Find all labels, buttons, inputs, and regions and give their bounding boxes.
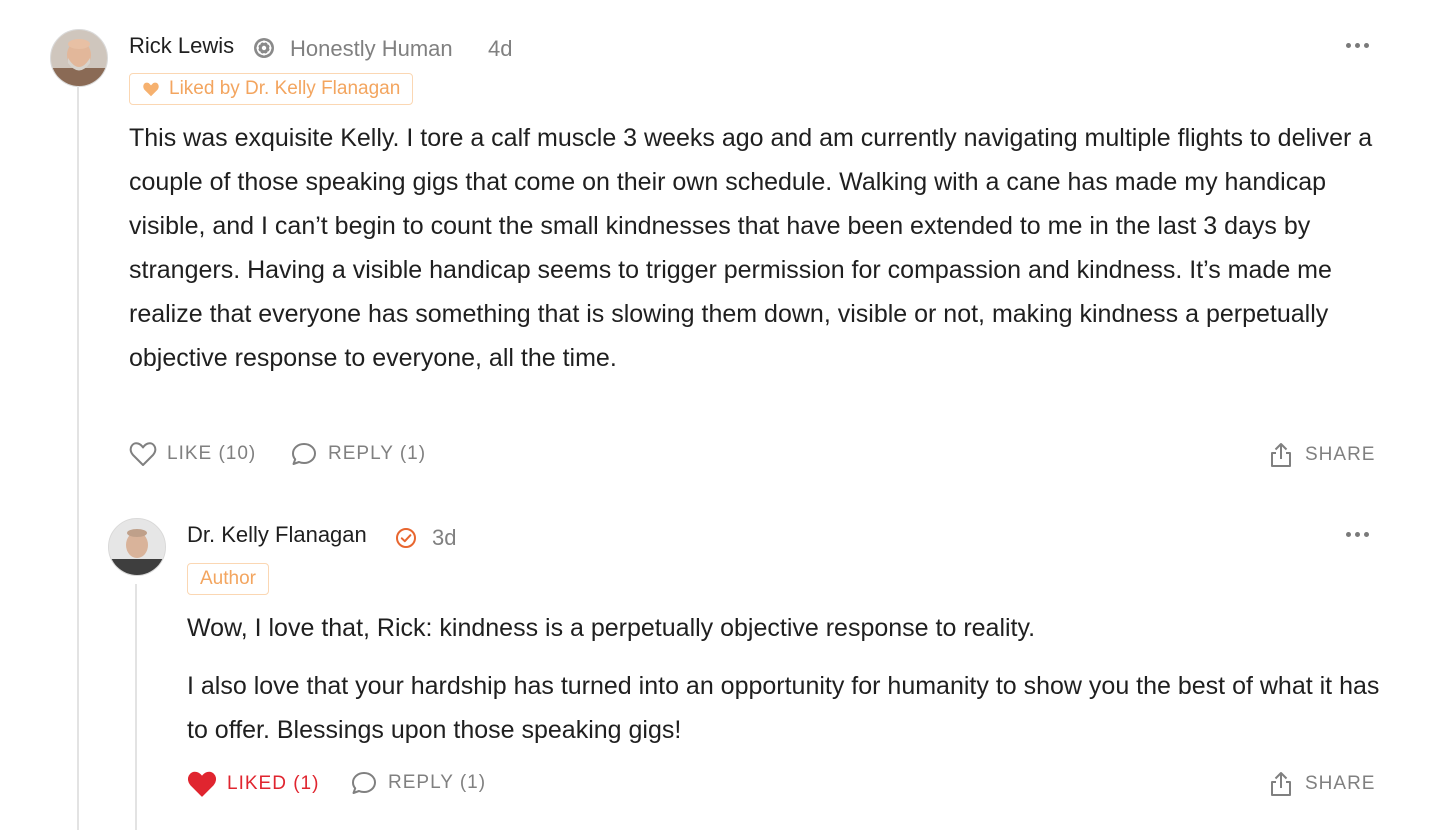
heart-filled-icon xyxy=(187,770,217,798)
ellipsis-icon xyxy=(1346,43,1351,48)
share-icon xyxy=(1267,770,1295,798)
more-options-button[interactable] xyxy=(1346,43,1370,49)
comment-paragraph: This was exquisite Kelly. I tore a calf … xyxy=(129,124,1373,372)
publication-name[interactable]: Honestly Human xyxy=(290,36,453,62)
share-button[interactable]: SHARE xyxy=(1267,770,1375,798)
heart-outline-icon xyxy=(129,441,157,467)
speech-bubble-icon xyxy=(290,441,318,467)
liked-button[interactable]: LIKED (1) xyxy=(187,770,319,798)
comment-body: Wow, I love that, Rick: kindness is a pe… xyxy=(187,606,1387,752)
ellipsis-icon xyxy=(1346,532,1351,537)
liked-label: LIKED (1) xyxy=(227,773,320,794)
thread-line xyxy=(77,86,79,830)
share-label: SHARE xyxy=(1305,444,1376,465)
share-icon xyxy=(1267,441,1295,469)
reply-button[interactable]: REPLY (1) xyxy=(290,441,426,467)
comment-body: This was exquisite Kelly. I tore a calf … xyxy=(129,116,1379,380)
reply-label: REPLY (1) xyxy=(328,443,427,464)
author-badge: Author xyxy=(187,563,269,595)
reply-label: REPLY (1) xyxy=(388,772,487,793)
comment-paragraph: I also love that your hardship has turne… xyxy=(187,672,1380,744)
share-button[interactable]: SHARE xyxy=(1267,441,1375,469)
comment-author[interactable]: Dr. Kelly Flanagan xyxy=(187,522,367,548)
verified-check-icon xyxy=(395,527,417,554)
avatar-photo xyxy=(109,519,165,575)
liked-by-badge: Liked by Dr. Kelly Flanagan xyxy=(129,73,414,105)
comment-author[interactable]: Rick Lewis xyxy=(129,33,234,59)
speech-bubble-icon xyxy=(350,770,378,796)
comment-paragraph: Wow, I love that, Rick: kindness is a pe… xyxy=(187,614,1036,642)
comment-age[interactable]: 3d xyxy=(432,525,456,551)
thread-line xyxy=(135,584,137,830)
reply-button[interactable]: REPLY (1) xyxy=(350,770,486,796)
avatar[interactable] xyxy=(108,518,166,576)
author-badge-label: Author xyxy=(200,568,256,589)
more-options-button[interactable] xyxy=(1346,532,1370,538)
gear-badge-icon xyxy=(253,37,275,64)
liked-by-label: Liked by Dr. Kelly Flanagan xyxy=(169,78,401,99)
heart-icon xyxy=(142,81,160,97)
avatar[interactable] xyxy=(50,29,108,87)
like-button[interactable]: LIKE (10) xyxy=(129,441,256,467)
share-label: SHARE xyxy=(1305,773,1376,794)
like-label: LIKE (10) xyxy=(167,443,257,464)
comment-age[interactable]: 4d xyxy=(488,36,512,62)
avatar-photo xyxy=(51,30,107,86)
